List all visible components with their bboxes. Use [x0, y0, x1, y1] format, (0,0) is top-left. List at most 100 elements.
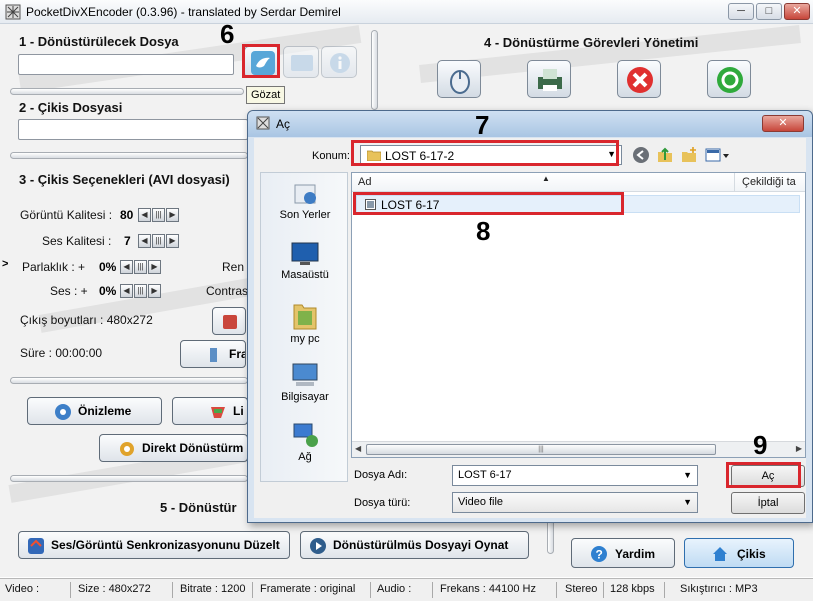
settings-icon: [223, 315, 237, 329]
status-framerate: Framerate : original: [260, 583, 356, 595]
status-bitrate: Bitrate : 1200: [180, 583, 246, 595]
play-converted-button[interactable]: Dönüstürülmüs Dosyayi Oynat: [300, 531, 529, 559]
list-button[interactable]: Li: [172, 397, 248, 425]
exit-button[interactable]: Çikis: [684, 538, 794, 568]
status-frequency: Frekans : 44100 Hz: [440, 583, 536, 595]
audio-quality-value: 7: [124, 234, 131, 248]
refresh-icon: [717, 67, 743, 93]
status-size: Size : 480x272: [78, 583, 151, 595]
column-date[interactable]: Çekildiği ta: [742, 176, 796, 188]
list-icon: [211, 407, 225, 418]
highlight-open-button: [726, 462, 801, 488]
direct-convert-button[interactable]: Direkt Dönüstürm: [99, 434, 248, 462]
chevron-down-icon: ▼: [683, 470, 692, 480]
new-folder-icon[interactable]: [680, 146, 698, 164]
volume-stepper[interactable]: ◀ ||| ▶: [120, 284, 162, 298]
dialog-app-icon: [256, 116, 270, 130]
desktop-icon: [291, 242, 319, 265]
output-file-input[interactable]: [18, 119, 248, 140]
source-file-input[interactable]: [18, 54, 234, 75]
places-bar: Son Yerler Masaüstü my pc Bilgisayar Ağ: [260, 172, 348, 482]
brightness-stepper[interactable]: ◀ ||| ▶: [120, 260, 162, 274]
app-icon: [5, 4, 21, 20]
add-task-button[interactable]: [437, 60, 481, 98]
help-button[interactable]: ? Yardim: [571, 538, 675, 568]
maximize-button[interactable]: □: [756, 3, 782, 20]
brightness-value: 0%: [99, 260, 117, 274]
status-channels: Stereo: [565, 583, 598, 595]
place-recent[interactable]: Son Yerler: [261, 181, 349, 221]
up-folder-icon[interactable]: [656, 146, 674, 164]
sync-icon: [28, 538, 44, 554]
av-sync-button[interactable]: Ses/Görüntü Senkronizasyonunu Düzelt: [18, 531, 290, 559]
network-icon: [293, 423, 318, 447]
audio-quality-stepper[interactable]: ◀ ||| ▶: [138, 234, 180, 248]
dialog-title: Aç: [276, 117, 291, 131]
place-desktop[interactable]: Masaüstü: [261, 241, 349, 281]
divider: [10, 475, 248, 482]
play-icon: [310, 538, 326, 554]
home-icon: [713, 547, 727, 561]
status-video: Video :: [5, 583, 40, 595]
filename-input[interactable]: LOST 6-17 ▼: [452, 465, 698, 486]
chevron-down-icon: ▼: [683, 497, 692, 507]
preview-icon: [55, 404, 71, 420]
dialog-close-button[interactable]: ✕: [762, 115, 804, 132]
filetype-label: Dosya türü:: [354, 497, 411, 509]
highlight-location-dropdown: [351, 140, 619, 166]
info-button[interactable]: [283, 46, 319, 78]
size-settings-button[interactable]: [212, 307, 246, 335]
start-task-button[interactable]: [707, 60, 751, 98]
preview-button[interactable]: Önizleme: [27, 397, 162, 425]
highlight-browse-button: [242, 44, 280, 78]
filename-label: Dosya Adı:: [354, 469, 408, 481]
column-name[interactable]: Ad: [358, 176, 371, 188]
convert-task-button[interactable]: [527, 60, 571, 98]
place-my-pc[interactable]: my pc: [261, 301, 349, 345]
frame-button[interactable]: Fra: [180, 340, 246, 368]
title-bar: PocketDivXEncoder (0.3.96) - translated …: [0, 0, 813, 24]
status-audio-bitrate: 128 kbps: [610, 583, 655, 595]
back-icon[interactable]: [632, 146, 650, 164]
output-size-label: Çıkış boyutları : 480x272: [20, 313, 153, 327]
computer-icon: [292, 363, 318, 386]
callout-7: 7: [475, 110, 490, 140]
place-network[interactable]: Ağ: [261, 421, 349, 463]
video-quality-value: 80: [120, 208, 134, 222]
section-output-title: 2 - Çikis Dosyasi: [19, 100, 123, 115]
highlight-file-row: [353, 192, 624, 215]
video-quality-label: Görüntü Kalitesi :: [20, 208, 113, 222]
mouse-icon: [450, 70, 470, 94]
minimize-button[interactable]: ─: [728, 3, 754, 20]
view-menu-icon[interactable]: [704, 146, 730, 164]
filetype-select[interactable]: Video file ▼: [452, 492, 698, 513]
divider: [10, 377, 248, 384]
place-computer[interactable]: Bilgisayar: [261, 361, 349, 403]
section-options-title: 3 - Çikis Seçenekleri (AVI dosyasi): [19, 172, 230, 187]
contrast-label: Contras: [206, 284, 249, 298]
about-button[interactable]: [321, 46, 357, 78]
brightness-label: Parlaklık : +: [22, 260, 86, 274]
cross-icon: [627, 67, 653, 93]
divider: [10, 152, 248, 159]
cancel-button[interactable]: İptal: [731, 492, 805, 514]
volume-value: 0%: [99, 284, 117, 298]
close-button[interactable]: ✕: [784, 3, 810, 20]
status-bar: Video : Size : 480x272 Bitrate : 1200 Fr…: [0, 578, 813, 601]
delete-task-button[interactable]: [617, 60, 661, 98]
dialog-title-bar: Aç ✕: [248, 111, 812, 137]
callout-6: 6: [220, 19, 235, 49]
svg-text:?: ?: [596, 548, 603, 562]
audio-quality-label: Ses Kalitesi :: [42, 234, 112, 248]
divider: [10, 88, 244, 95]
file-list-header: Ad ▲ Çekildiği ta: [352, 173, 805, 192]
section-source-title: 1 - Dönüstürülecek Dosya: [19, 34, 179, 49]
frame-icon: [210, 348, 217, 362]
location-label: Konum:: [312, 150, 350, 162]
video-quality-stepper[interactable]: ◀ ||| ▶: [138, 208, 180, 222]
section-tasks-title: 4 - Dönüstürme Görevleri Yönetimi: [484, 35, 699, 50]
expand-arrow-icon[interactable]: >: [2, 258, 8, 270]
color-label: Ren: [222, 260, 245, 274]
horizontal-scrollbar[interactable]: ◀ ||| ▶: [352, 441, 805, 457]
vertical-divider: [371, 30, 378, 110]
